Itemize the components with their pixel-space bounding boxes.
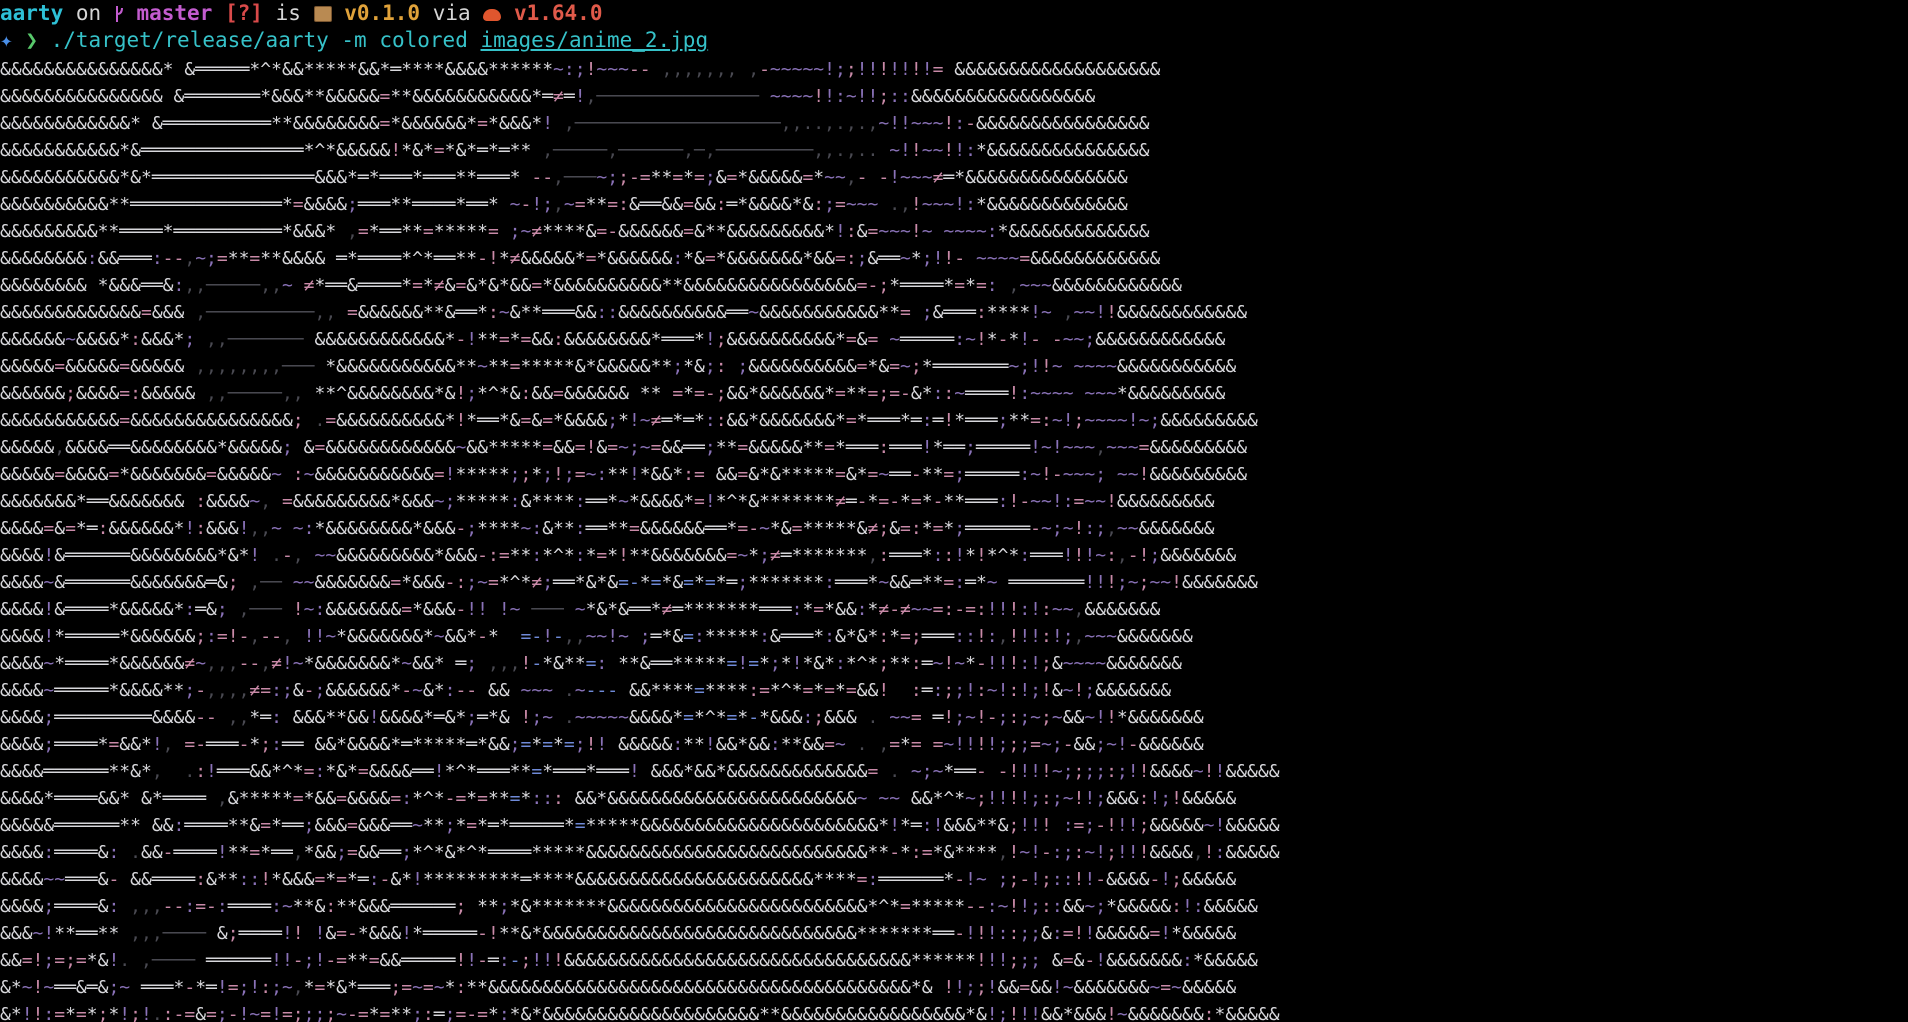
- ascii-art-row: &&&&&&&&&&**══════════════*=&&&&;═══**══…: [0, 194, 1128, 215]
- ascii-art-row: &&&&~═════*&&&&**;-,,,,≠=:;&-;&&&&&&*-~&…: [0, 680, 1172, 701]
- ascii-art-row: &&&&&&&*══&&&&&&& :&&&&~, =&&&&&&&&&*&&&…: [0, 491, 1215, 512]
- command-path-link[interactable]: images/anime_2.jpg: [481, 28, 709, 52]
- ascii-art-row: &&&&!*═════*&&&&&&;:=!-,--, !!~*&&&&&&&*…: [0, 626, 1193, 647]
- ascii-art-row: &&&&=&=*═:&&&&&&*!:&&&!,,~ ~:*&&&&&&&&*&…: [0, 518, 1215, 539]
- shell-prompt: aarty on master [?] is v0.1.0 via v1.64.…: [0, 0, 602, 27]
- rust-crab-icon: [483, 9, 502, 21]
- ascii-art-row: &&&&;════&: ,,,--:=-:════:~**&:**&&&════…: [0, 896, 1258, 917]
- git-branch-icon: [114, 4, 124, 24]
- ascii-art-row: &&&&&&&&&&&&&&&* &═════*^*&&*****&&*═***…: [0, 59, 1161, 80]
- ascii-art-row: &&&&&,&&&&══&&&&&&&&*&&&&&; &=&&&&&&&&&&…: [0, 437, 1248, 458]
- ascii-art-row: &&&&~~═══&- &&════:&**::!*&&&=*=*═:-&*!*…: [0, 869, 1237, 890]
- ascii-art-row: &&&&&&&&&&&&&&& &═══════*&&&**&&&&&=**&&…: [0, 86, 1096, 107]
- prompt-user: aarty: [0, 1, 64, 25]
- prompt-diamond-icon: ✦: [0, 28, 13, 52]
- ascii-art-row: &*~!~══&═&;~ ═══*-*═!=;!:;~,*=*&*═══;=~=…: [0, 977, 1237, 998]
- prompt-version: v0.1.0: [344, 1, 421, 25]
- prompt-status: [?]: [225, 1, 263, 25]
- ascii-art-row: &&&&;═════════&&&&-- ,,*═: &&&**&&!&&&&*…: [0, 707, 1204, 728]
- ascii-art-row: &&&&&&&&&&&*&*═══════════════&&&*═*═══*═…: [0, 167, 1128, 188]
- ascii-art-row: &&&&&=&&&&=*&&&&&&&=&&&&&~ :~&&&&&&&&&&&…: [0, 464, 1248, 485]
- ascii-art-row: &&&&&&&&&&&=&&&&&&&&&&&&&&&; .=&&&&&&&&&…: [0, 410, 1258, 431]
- ascii-art-output: &&&&&&&&&&&&&&&* &═════*^*&&*****&&*═***…: [0, 56, 1500, 1022]
- prompt-chevron: ❯: [25, 28, 38, 52]
- ascii-art-row: &&&&;════*=&&*!, =-═══-*;:══ &&*&&&&*═**…: [0, 734, 1204, 755]
- ascii-art-row: &&&&&&&&&&&&&=&&& ,──────────,, =&&&&&&*…: [0, 302, 1248, 323]
- terminal-window: aarty on master [?] is v0.1.0 via v1.64.…: [0, 0, 1908, 1022]
- command-line: ✦ ❯ ./target/release/aarty -m colored im…: [0, 27, 708, 54]
- ascii-art-row: &&&&&&&&&**════*══════════*&&&* ,=*══**=…: [0, 221, 1150, 242]
- prompt-via: via: [432, 1, 471, 25]
- ascii-art-row: &&&&&&~&&&&*:&&&*; ,,─────── &&&&&&&&&&&…: [0, 329, 1226, 350]
- ascii-art-row: &&&&!&════*&&&&&*:═&; ,─── !~:&&&&&&&=*&…: [0, 599, 1161, 620]
- ascii-art-row: &*!!:=*=*;*!;!.:-=&=;-!~=!=;;;;~-=*=**;:…: [0, 1004, 1280, 1022]
- prompt-on: on: [75, 1, 102, 25]
- ascii-art-row: &&&&&══════** &&:════**&=*══;&&&=&&&══~*…: [0, 815, 1280, 836]
- ascii-art-row: &&&&&&&&&&&&* &══════════**&&&&&&&&=*&&&…: [0, 113, 1150, 134]
- package-icon: [313, 6, 332, 22]
- ascii-art-row: &&&&&&&& *&&&══&:,,─────,,~ ≠*══&════*=*…: [0, 275, 1182, 296]
- ascii-art-row: &&&&&&&&:&&═══:--,~;=**=**&&&& ═*════*^*…: [0, 248, 1161, 269]
- ascii-art-row: &&&&*════&&* &*════ ,&*****=*&&=&&&&=:*^…: [0, 788, 1237, 809]
- command-text[interactable]: ./target/release/aarty -m colored: [51, 28, 468, 52]
- ascii-art-row: &&&&&&;&&&&=:&&&&& ,,─────,, **^&&&&&&&&…: [0, 383, 1226, 404]
- ascii-art-row: &&&&:════&: .&&-════!**=*══,*&&;=&&══;*^…: [0, 842, 1280, 863]
- ascii-art-row: &&&&!&══════&&&&&&&&*&*! .-, ~~&&&&&&&&&…: [0, 545, 1237, 566]
- ascii-art-row: &&&&~*════*&&&&&&≠~,,,--,≠!~*&&&&&&&*~&&…: [0, 653, 1182, 674]
- ascii-art-row: &&&&&=&&&&&=&&&&& ,,,,,,,,─── *&&&&&&&&&…: [0, 356, 1237, 377]
- ascii-art-row: &&&&~&══════&&&&&&&═&; ,── ~~&&&&&&&=*&&…: [0, 572, 1258, 593]
- prompt-rust-version: v1.64.0: [513, 1, 603, 25]
- ascii-art-row: &&=!;=;=*&!. ,──── ══════!!-;!-=**=&&═══…: [0, 950, 1258, 971]
- prompt-is: is: [275, 1, 301, 25]
- ascii-art-row: &&&&══════**&*, .:!═══&&*^*=:*&*=&&&&══!…: [0, 761, 1280, 782]
- prompt-branch: master: [136, 1, 213, 25]
- ascii-art-row: &&&&&&&&&&&*&═══════════════*^*&&&&&!*&*…: [0, 140, 1150, 161]
- ascii-art-row: &&&~!**══** ,,,──── &;════!! !&=-*&&&!*═…: [0, 923, 1237, 944]
